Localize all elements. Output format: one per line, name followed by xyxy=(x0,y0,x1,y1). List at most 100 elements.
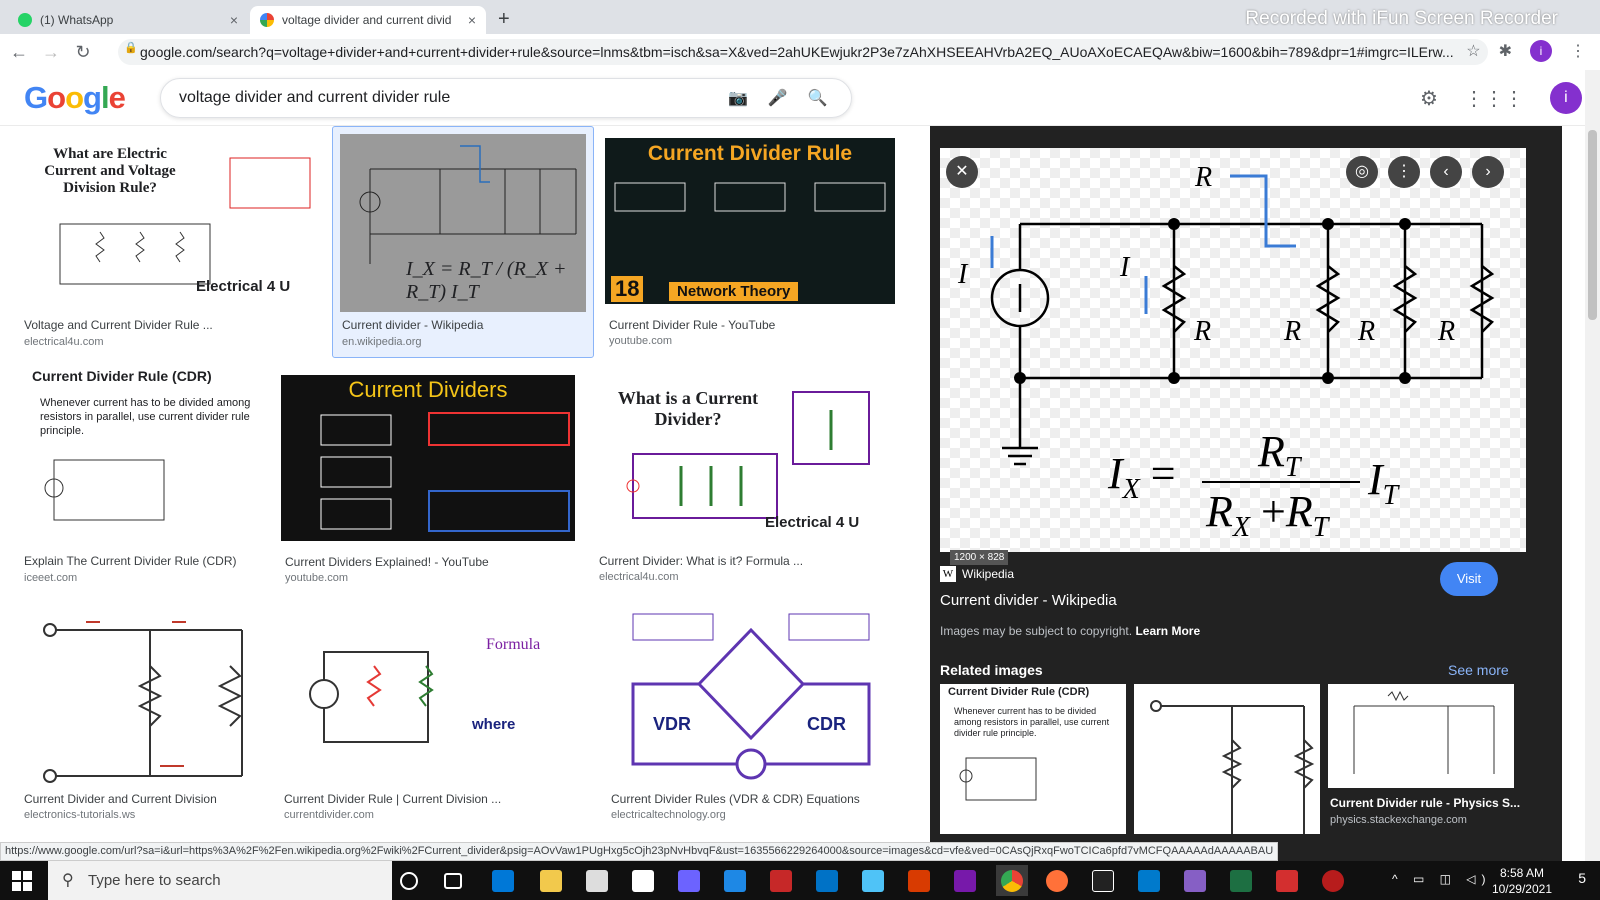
related-heading: Related images xyxy=(940,662,1043,678)
result-thumbnail[interactable]: Current Dividers xyxy=(281,375,575,541)
mail-icon[interactable] xyxy=(632,870,654,892)
lens-icon[interactable]: ◎ xyxy=(1346,156,1378,188)
related-image[interactable] xyxy=(1328,684,1514,788)
panel-source[interactable]: W Wikipedia xyxy=(940,566,1014,582)
forward-icon[interactable]: → xyxy=(38,42,64,63)
windows-start-icon[interactable] xyxy=(12,871,32,891)
svg-text:IX =: IX = xyxy=(1107,449,1176,505)
panel-title[interactable]: Current divider - Wikipedia xyxy=(940,592,1117,609)
result-title[interactable]: Current Dividers Explained! - YouTube xyxy=(285,555,489,569)
store-icon[interactable] xyxy=(586,870,608,892)
tab-google-search[interactable]: voltage divider and current divid × xyxy=(250,6,486,34)
r2-label: R xyxy=(1357,316,1375,347)
more-options-icon[interactable]: ⋮ xyxy=(1388,156,1420,188)
office-icon[interactable] xyxy=(908,870,930,892)
calculator-icon[interactable] xyxy=(862,870,884,892)
extensions-icon[interactable]: ✱ xyxy=(1499,41,1512,61)
result-thumbnail[interactable]: Current Divider Rule 18 Network Theory xyxy=(605,138,895,304)
file-explorer-icon[interactable] xyxy=(540,870,562,892)
tab-whatsapp[interactable]: (1) WhatsApp × xyxy=(8,6,248,34)
new-tab-button[interactable]: + xyxy=(498,8,510,31)
result-thumbnail[interactable]: Current Divider Rule (CDR) Whenever curr… xyxy=(20,368,262,548)
google-logo[interactable]: Google xyxy=(24,80,126,116)
onenote-icon[interactable] xyxy=(954,870,976,892)
r1-label: R xyxy=(1283,316,1301,347)
reload-icon[interactable]: ↻ xyxy=(70,42,96,63)
visit-button[interactable]: Visit xyxy=(1440,562,1498,596)
defender-icon[interactable] xyxy=(724,870,746,892)
apps-grid-icon[interactable]: ⋮⋮⋮ xyxy=(1464,86,1524,111)
taskbar-search[interactable]: ⚲ Type here to search xyxy=(48,861,392,900)
result-title[interactable]: Explain The Current Divider Rule (CDR) xyxy=(24,554,237,568)
bookmark-star-icon[interactable]: ☆ xyxy=(1466,41,1480,61)
result-source: iceeet.com xyxy=(24,572,78,584)
related-caption[interactable]: Current Divider rule - Physics S... xyxy=(1330,796,1520,810)
rx-label: R xyxy=(1193,316,1211,347)
result-title[interactable]: Current Divider Rules (VDR & CDR) Equati… xyxy=(611,792,860,806)
current-divider-circuit: R I I R R R R IX = RT RX +RT IT xyxy=(957,162,1495,543)
result-thumbnail[interactable]: I_X = R_T / (R_X + R_T) I_T xyxy=(340,134,586,312)
cdr-label: CDR xyxy=(807,714,846,734)
excel-icon[interactable] xyxy=(1230,870,1252,892)
cortana-icon[interactable] xyxy=(400,872,418,890)
edge-icon[interactable] xyxy=(492,870,514,892)
tab-label: (1) WhatsApp xyxy=(40,13,114,27)
profile-avatar[interactable]: i xyxy=(1549,82,1582,114)
close-tab-icon[interactable]: × xyxy=(230,12,238,28)
result-thumbnail[interactable]: What is a Current Divider? Electrical 4 … xyxy=(595,370,895,546)
search-icon[interactable]: 🔍 xyxy=(808,88,828,108)
profile-avatar[interactable]: i xyxy=(1530,40,1552,62)
page-scrollbar[interactable] xyxy=(1585,70,1600,861)
result-title[interactable]: Current Divider Rule | Current Division … xyxy=(284,792,501,806)
outlook-icon[interactable] xyxy=(816,870,838,892)
clock-time: 8:58 AM xyxy=(1499,866,1544,880)
close-tab-icon[interactable]: × xyxy=(468,12,476,28)
result-title[interactable]: Current Divider and Current Division xyxy=(24,792,217,806)
clock[interactable]: 8:58 AM 10/29/2021 xyxy=(1492,865,1552,897)
result-thumbnail[interactable]: What are Electric Current and Voltage Di… xyxy=(20,132,320,310)
scrollbar-thumb[interactable] xyxy=(1588,130,1597,320)
previous-image-button[interactable]: ‹ xyxy=(1430,156,1462,188)
rt-label: R xyxy=(1194,162,1212,193)
whatsapp-icon xyxy=(18,13,32,27)
back-icon[interactable]: ← xyxy=(6,42,32,63)
menu-icon[interactable]: ⋮ xyxy=(1570,41,1586,61)
lock-icon[interactable]: 🔒 xyxy=(124,41,138,54)
camera-icon[interactable]: 📷 xyxy=(728,88,748,108)
visual-studio-icon[interactable] xyxy=(1184,870,1206,892)
result-thumbnail[interactable] xyxy=(20,606,260,784)
close-panel-button[interactable]: ✕ xyxy=(946,156,978,188)
app-icon[interactable] xyxy=(678,870,700,892)
result-thumbnail[interactable]: Formula where xyxy=(280,606,588,784)
result-title[interactable]: Current Divider: What is it? Formula ... xyxy=(599,554,803,568)
app-icon[interactable] xyxy=(1322,870,1344,892)
learn-more-link[interactable]: Learn More xyxy=(1135,624,1200,638)
notifications-icon[interactable]: 5 xyxy=(1578,870,1586,886)
recorder-icon[interactable] xyxy=(770,870,792,892)
app-icon[interactable] xyxy=(1276,870,1298,892)
vscode-icon[interactable] xyxy=(1138,870,1160,892)
task-view-icon[interactable] xyxy=(444,873,462,889)
related-image[interactable]: Current Divider Rule (CDR) Whenever curr… xyxy=(940,684,1126,834)
preview-image[interactable]: R I I R R R R IX = RT RX +RT IT 1200 × 8… xyxy=(940,148,1526,565)
dev-icon[interactable] xyxy=(1092,870,1114,892)
result-title[interactable]: Voltage and Current Divider Rule ... xyxy=(24,318,213,332)
result-thumbnail[interactable]: VDR CDR xyxy=(607,606,895,782)
chrome-icon[interactable] xyxy=(1001,870,1023,892)
firefox-icon[interactable] xyxy=(1046,870,1068,892)
next-image-button[interactable]: › xyxy=(1472,156,1504,188)
result-title[interactable]: Current Divider Rule - YouTube xyxy=(609,318,775,332)
system-tray[interactable]: ^ ▭ ◫ ◁) xyxy=(1392,872,1492,886)
settings-gear-icon[interactable]: ⚙ xyxy=(1420,86,1438,111)
microphone-icon[interactable]: 🎤 xyxy=(768,88,788,108)
windows-taskbar: ⚲ Type here to search ^ ▭ ◫ ◁) 8:58 AM 1… xyxy=(0,861,1600,900)
see-more-link[interactable]: See more xyxy=(1448,662,1509,678)
result-source: electricaltechnology.org xyxy=(611,809,726,821)
result-source: en.wikipedia.org xyxy=(342,336,422,348)
related-image[interactable] xyxy=(1134,684,1320,834)
result-source: youtube.com xyxy=(285,572,348,584)
result-title[interactable]: Current divider - Wikipedia xyxy=(342,318,483,332)
source-name: Wikipedia xyxy=(962,567,1015,581)
vdr-label: VDR xyxy=(653,714,692,734)
url-field[interactable]: google.com/search?q=voltage+divider+and+… xyxy=(118,39,1488,65)
